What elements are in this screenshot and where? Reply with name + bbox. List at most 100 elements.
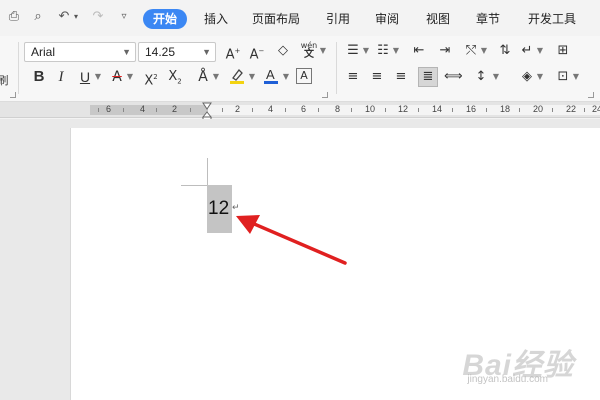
align-left-icon[interactable]: ≡ <box>344 68 362 86</box>
shading-icon[interactable]: ◈ <box>518 68 536 86</box>
ruler-label: 2 <box>172 104 178 114</box>
print-preview-icon[interactable]: ⌕ <box>30 9 46 25</box>
margin-guide <box>181 185 207 186</box>
ruler-label: 10 <box>365 104 376 114</box>
align-center-icon[interactable]: ≡ <box>368 68 386 86</box>
group-launcher-icon[interactable] <box>588 92 594 98</box>
ruler-tick <box>385 108 386 112</box>
tab-page-layout[interactable]: 页面布局 <box>252 9 300 29</box>
tab-developer-tools[interactable]: 开发工具 <box>528 9 576 29</box>
ribbon-divider <box>336 42 337 94</box>
redo-icon[interactable]: ↷ <box>90 9 106 25</box>
tab-insert[interactable]: 插入 <box>204 9 228 29</box>
wps-writer-window: ⎙ ⌕ ↶ ▾ ↷ ▿ 开始 插入 页面布局 引用 审阅 视图 章节 开发工具 … <box>0 0 600 400</box>
chevron-down-icon[interactable]: ▼ <box>572 68 580 86</box>
horizontal-ruler[interactable]: 6 4 2 2 4 6 8 10 12 14 16 18 20 22 24 <box>0 102 600 118</box>
font-size-value: 14.25 <box>145 45 176 59</box>
menu-tab-bar: ⎙ ⌕ ↶ ▾ ↷ ▿ 开始 插入 页面布局 引用 审阅 视图 章节 开发工具 <box>0 0 600 36</box>
ruler-tick <box>486 108 487 112</box>
underline-icon[interactable]: U <box>76 68 94 86</box>
tab-view[interactable]: 视图 <box>426 9 450 29</box>
ruler-tick <box>318 108 319 112</box>
distributed-align-icon[interactable]: ⟺ <box>444 68 463 86</box>
annotation-arrow-icon <box>236 215 347 265</box>
pinyin-guide-icon[interactable]: wén 文 <box>299 41 319 60</box>
ruler-label: 12 <box>398 104 409 114</box>
ribbon-home: 刷 Arial ▼ 14.25 ▼ A+ A− ◇ wén 文 ▼ B I U ▼… <box>0 36 600 102</box>
ruler-label: 22 <box>566 104 577 114</box>
group-launcher-icon[interactable] <box>322 92 328 98</box>
chevron-down-icon[interactable]: ▼ <box>248 68 256 86</box>
table-icon[interactable]: ⊞ <box>554 42 572 60</box>
increase-indent-icon[interactable]: ⇥ <box>436 42 454 60</box>
highlight-icon[interactable] <box>228 66 246 84</box>
chevron-down-icon[interactable]: ▼ <box>94 68 102 86</box>
chevron-down-icon[interactable]: ▼ <box>282 68 290 86</box>
chevron-down-icon[interactable]: ▼ <box>362 42 370 60</box>
shrink-font-icon[interactable]: A− <box>248 42 266 62</box>
decrease-indent-icon[interactable]: ⇤ <box>410 42 428 60</box>
tab-references[interactable]: 引用 <box>326 9 350 29</box>
undo-icon[interactable]: ↶ <box>56 9 72 25</box>
ruler-tick <box>452 108 453 112</box>
strikethrough-icon[interactable]: A <box>108 68 126 86</box>
chevron-down-icon[interactable]: ▼ <box>319 42 327 60</box>
clear-format-icon[interactable]: ◇ <box>274 42 292 60</box>
chevron-down-icon[interactable]: ▼ <box>492 68 500 86</box>
document-text[interactable]: 12 <box>208 198 229 220</box>
ruler-label: 6 <box>106 104 112 114</box>
chevron-down-icon[interactable]: ▼ <box>126 68 134 86</box>
svg-text:A: A <box>266 67 275 82</box>
ruler-tick <box>156 108 157 112</box>
ruler-label: 20 <box>533 104 544 114</box>
ruler-label: 8 <box>335 104 341 114</box>
chevron-down-icon[interactable]: ▼ <box>536 68 544 86</box>
italic-icon[interactable]: I <box>52 68 70 86</box>
justify-icon[interactable]: ≣ <box>418 67 438 87</box>
customize-icon[interactable]: ▿ <box>116 9 132 25</box>
bold-icon[interactable]: B <box>30 68 48 86</box>
group-launcher-icon[interactable] <box>10 92 16 98</box>
font-size-select[interactable]: 14.25 ▼ <box>138 42 216 62</box>
grow-font-icon[interactable]: A+ <box>224 42 242 62</box>
tab-start[interactable]: 开始 <box>143 9 188 29</box>
subscript-icon[interactable]: X2 <box>166 68 184 86</box>
ruler-tick <box>222 108 223 112</box>
align-right-icon[interactable]: ≡ <box>392 68 410 86</box>
ruler-tick <box>418 108 419 112</box>
undo-dropdown-icon[interactable]: ▾ <box>72 9 80 25</box>
ruler-tick <box>190 108 191 112</box>
superscript-icon[interactable]: X2 <box>142 68 160 88</box>
print-icon[interactable]: ⎙ <box>6 9 22 25</box>
margin-guide <box>207 158 208 185</box>
borders-icon[interactable]: ⊡ <box>554 68 572 86</box>
format-painter-label[interactable]: 刷 <box>0 72 12 90</box>
ruler-tick <box>285 108 286 112</box>
chevron-down-icon[interactable]: ▼ <box>212 68 220 86</box>
ruler-tick <box>519 108 520 112</box>
chevron-down-icon[interactable]: ▼ <box>480 42 488 60</box>
ruler-label: 4 <box>268 104 274 114</box>
numbering-icon[interactable]: ☷ <box>374 42 392 60</box>
chinese-layout-icon[interactable]: ⤲ <box>462 42 480 60</box>
tab-sections[interactable]: 章节 <box>476 9 500 29</box>
show-marks-icon[interactable]: ↵ <box>518 42 536 60</box>
chevron-down-icon[interactable]: ▼ <box>536 42 544 60</box>
chevron-down-icon[interactable]: ▼ <box>392 42 400 60</box>
text-effect-icon[interactable]: Å <box>194 68 212 86</box>
ruler-tick <box>252 108 253 112</box>
bullets-icon[interactable]: ☰ <box>344 42 362 60</box>
baidu-watermark-url: jingyan.baidu.com <box>467 374 548 385</box>
ruler-label: 24 <box>592 104 600 114</box>
ruler-tick <box>552 108 553 112</box>
ruler-label: 4 <box>140 104 146 114</box>
character-border-icon[interactable]: A <box>296 68 312 84</box>
line-spacing-icon[interactable]: ↕ <box>472 68 490 86</box>
tab-review[interactable]: 审阅 <box>375 9 399 29</box>
ribbon-divider <box>18 42 19 94</box>
ruler-label: 6 <box>301 104 307 114</box>
sort-icon[interactable]: ⇅ <box>496 42 514 60</box>
font-name-select[interactable]: Arial ▼ <box>24 42 136 62</box>
font-color-icon[interactable]: A <box>262 66 280 84</box>
ruler-label: 18 <box>500 104 511 114</box>
